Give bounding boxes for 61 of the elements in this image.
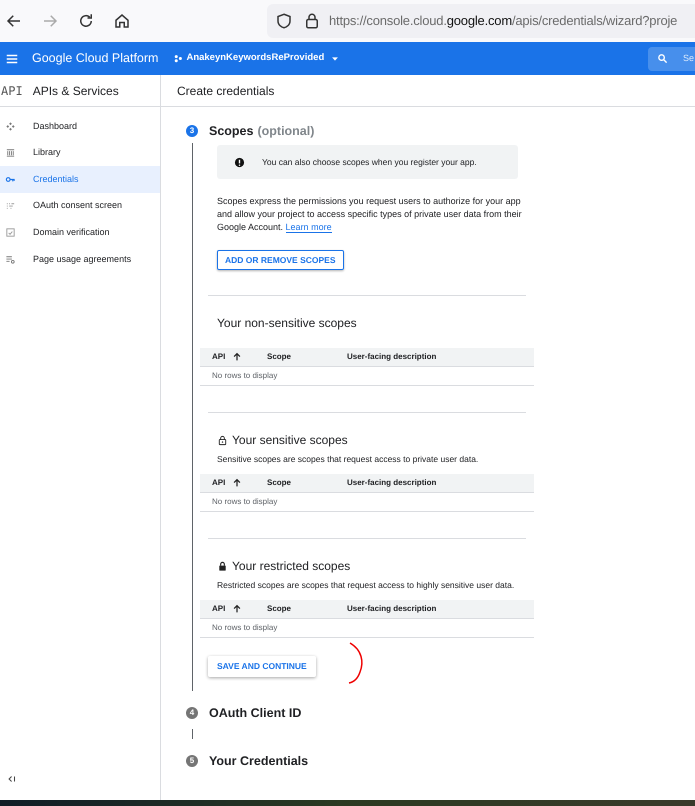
empty-table-message: No rows to display — [211, 622, 278, 634]
step-title: Scopes — [209, 122, 254, 140]
sidebar-item[interactable]: Domain verification — [0, 219, 160, 246]
dashboard-icon — [5, 120, 16, 132]
url-text: https://console.cloud.google.com/apis/credentials/wizard?proje — [329, 12, 678, 30]
home-icon[interactable] — [113, 12, 131, 30]
sidebar-item[interactable]: Library — [0, 140, 160, 166]
section-description: Sensitive scopes are scopes that request access to private user data. — [217, 453, 480, 466]
api-label: API — [1, 82, 23, 100]
sidebar-item[interactable]: Page usage agreements — [0, 246, 160, 273]
page-title: Create credentials — [177, 82, 274, 100]
section-title: APIs & Services — [32, 82, 119, 100]
empty-table-message: No rows to display — [211, 370, 278, 382]
step-number: 5 — [186, 755, 198, 767]
sort-arrow-icon — [232, 478, 242, 488]
optional-label: (optional) — [257, 122, 314, 140]
learn-more-link[interactable]: Learn more — [286, 222, 332, 233]
column-header: Scope — [267, 477, 292, 489]
step-number: 4 — [186, 707, 198, 719]
column-header: Scope — [267, 351, 292, 363]
list-gear-icon — [5, 254, 16, 265]
column-header: User-facing description — [347, 351, 436, 363]
collapse-icon[interactable] — [7, 774, 17, 784]
scopes-heading: Your restricted scopes — [232, 558, 350, 575]
project-selector[interactable]: AnakeynKeywordsReProvided — [174, 51, 340, 66]
consent-screen-icon — [5, 200, 16, 212]
product-title: Google Cloud Platform — [32, 50, 158, 68]
section-description: Restricted scopes are scopes that request access to highly sensitive user data. — [217, 579, 516, 592]
sort-arrow-icon — [232, 604, 242, 614]
sidebar-item[interactable]: Dashboard — [0, 113, 160, 140]
empty-table-message: No rows to display — [211, 496, 278, 508]
checkbox-icon — [5, 227, 16, 238]
step-title: Your Credentials — [209, 752, 308, 770]
shield-icon — [275, 12, 293, 30]
step-title: OAuth Client ID — [209, 704, 302, 722]
scopes-heading: Your non-sensitive scopes — [217, 315, 357, 332]
info-icon — [234, 156, 245, 168]
scopes-description: Scopes express the permissions you request users to authorize for your app and allow your project to access specific types of private user data from their Google Account. Learn more — [217, 195, 522, 234]
lock-icon — [217, 434, 228, 446]
address-bar[interactable]: https://console.cloud.google.com/apis/credentials/wizard?proje — [267, 4, 695, 38]
save-and-continue-button[interactable]: SAVE AND CONTINUE — [208, 656, 316, 677]
column-header: User-facing description — [347, 603, 436, 615]
nodes-icon — [174, 54, 184, 63]
column-header: User-facing description — [347, 477, 436, 489]
search-placeholder: Se — [683, 52, 694, 65]
column-header[interactable]: API — [200, 603, 267, 615]
reload-icon[interactable] — [77, 12, 95, 30]
sort-arrow-icon — [232, 352, 242, 362]
column-header[interactable]: API — [200, 477, 267, 489]
info-text: You can also choose scopes when you register your app. — [262, 156, 477, 168]
lock-icon — [303, 12, 321, 30]
lock-icon — [217, 560, 228, 572]
step-number: 3 — [186, 125, 198, 137]
sidebar-item[interactable]: Credentials — [0, 166, 160, 193]
library-icon — [5, 147, 16, 158]
add-remove-scopes-button[interactable]: ADD OR REMOVE SCOPES — [217, 250, 344, 270]
search-icon — [657, 53, 668, 64]
scopes-heading: Your sensitive scopes — [232, 432, 348, 449]
sidebar-item[interactable]: OAuth consent screen — [0, 192, 160, 220]
column-header: Scope — [267, 603, 292, 615]
column-header[interactable]: API — [200, 351, 267, 363]
